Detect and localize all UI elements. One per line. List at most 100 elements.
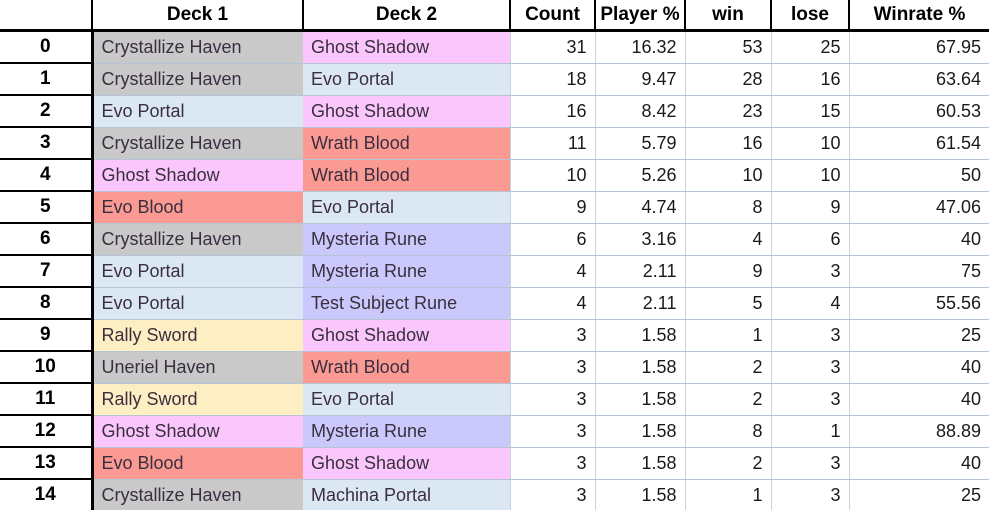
row-index-cell[interactable]: 2 [0,95,94,128]
winrate-percent-cell[interactable]: 40 [848,383,989,416]
deck2-cell[interactable]: Mysteria Rune [303,255,510,288]
winrate-percent-cell[interactable]: 40 [848,351,989,384]
player-percent-cell[interactable]: 1.58 [594,415,685,448]
table-row[interactable]: 11 Rally Sword Evo Portal 3 1.58 2 3 40 [0,383,989,416]
deck1-cell[interactable]: Evo Portal [92,95,303,128]
winrate-percent-cell[interactable]: 88.89 [848,415,989,448]
lose-cell[interactable]: 3 [770,383,849,416]
row-index-cell[interactable]: 14 [0,479,94,510]
lose-cell[interactable]: 15 [770,95,849,128]
winrate-percent-cell[interactable]: 55.56 [848,287,989,320]
deck2-cell[interactable]: Ghost Shadow [303,319,510,352]
table-row[interactable]: 2 Evo Portal Ghost Shadow 16 8.42 23 15 60.53 [0,95,989,128]
win-cell[interactable]: 4 [684,223,771,256]
player-percent-cell[interactable]: 3.16 [594,223,685,256]
player-percent-cell[interactable]: 1.58 [594,479,685,510]
lose-cell[interactable]: 3 [770,479,849,510]
table-row[interactable]: 9 Rally Sword Ghost Shadow 3 1.58 1 3 25 [0,319,989,352]
column-header-winrate-percent[interactable]: Winrate % [848,0,989,32]
count-cell[interactable]: 3 [509,383,595,416]
win-cell[interactable]: 23 [684,95,771,128]
winrate-percent-cell[interactable]: 67.95 [848,30,989,64]
winrate-percent-cell[interactable]: 60.53 [848,95,989,128]
row-index-cell[interactable]: 13 [0,447,94,480]
table-row[interactable]: 7 Evo Portal Mysteria Rune 4 2.11 9 3 75 [0,255,989,288]
player-percent-cell[interactable]: 1.58 [594,447,685,480]
deck2-cell[interactable]: Wrath Blood [303,159,510,192]
column-header-index[interactable] [0,0,93,32]
win-cell[interactable]: 8 [684,191,771,224]
row-index-cell[interactable]: 7 [0,255,94,288]
deck1-cell[interactable]: Evo Portal [92,255,303,288]
count-cell[interactable]: 4 [509,255,595,288]
row-index-cell[interactable]: 11 [0,383,94,416]
count-cell[interactable]: 6 [509,223,595,256]
deck1-cell[interactable]: Rally Sword [92,383,303,416]
deck1-cell[interactable]: Evo Blood [92,447,303,480]
deck2-cell[interactable]: Wrath Blood [303,351,510,384]
count-cell[interactable]: 4 [509,287,595,320]
lose-cell[interactable]: 6 [770,223,849,256]
table-row[interactable]: 6 Crystallize Haven Mysteria Rune 6 3.16 4 6 40 [0,223,989,256]
lose-cell[interactable]: 16 [770,63,849,96]
win-cell[interactable]: 28 [684,63,771,96]
deck2-cell[interactable]: Ghost Shadow [303,95,510,128]
player-percent-cell[interactable]: 2.11 [594,255,685,288]
lose-cell[interactable]: 10 [770,127,849,160]
win-cell[interactable]: 53 [684,30,771,64]
row-index-cell[interactable]: 6 [0,223,94,256]
deck1-cell[interactable]: Crystallize Haven [92,30,303,64]
deck1-cell[interactable]: Crystallize Haven [92,223,303,256]
player-percent-cell[interactable]: 1.58 [594,351,685,384]
win-cell[interactable]: 10 [684,159,771,192]
table-row[interactable]: 12 Ghost Shadow Mysteria Rune 3 1.58 8 1 88.89 [0,415,989,448]
table-row[interactable]: 0 Crystallize Haven Ghost Shadow 31 16.32 53 2… [0,30,989,64]
table-row[interactable]: 14 Crystallize Haven Machina Portal 3 1.58 1 3… [0,479,989,510]
winrate-percent-cell[interactable]: 25 [848,479,989,510]
row-index-cell[interactable]: 1 [0,63,94,96]
count-cell[interactable]: 10 [509,159,595,192]
count-cell[interactable]: 3 [509,479,595,510]
column-header-deck1[interactable]: Deck 1 [91,0,304,32]
table-row[interactable]: 10 Uneriel Haven Wrath Blood 3 1.58 2 3 40 [0,351,989,384]
deck1-cell[interactable]: Crystallize Haven [92,63,303,96]
row-index-cell[interactable]: 0 [0,30,94,64]
player-percent-cell[interactable]: 5.79 [594,127,685,160]
win-cell[interactable]: 2 [684,383,771,416]
row-index-cell[interactable]: 5 [0,191,94,224]
lose-cell[interactable]: 4 [770,287,849,320]
win-cell[interactable]: 2 [684,447,771,480]
deck1-cell[interactable]: Crystallize Haven [92,127,303,160]
deck2-cell[interactable]: Machina Portal [303,479,510,510]
player-percent-cell[interactable]: 1.58 [594,383,685,416]
deck2-cell[interactable]: Evo Portal [303,63,510,96]
lose-cell[interactable]: 3 [770,447,849,480]
deck2-cell[interactable]: Mysteria Rune [303,223,510,256]
deck1-cell[interactable]: Ghost Shadow [92,159,303,192]
column-header-lose[interactable]: lose [770,0,850,32]
table-row[interactable]: 4 Ghost Shadow Wrath Blood 10 5.26 10 10 50 [0,159,989,192]
deck2-cell[interactable]: Ghost Shadow [303,447,510,480]
column-header-win[interactable]: win [684,0,772,32]
row-index-cell[interactable]: 10 [0,351,94,384]
win-cell[interactable]: 5 [684,287,771,320]
deck1-cell[interactable]: Crystallize Haven [92,479,303,510]
player-percent-cell[interactable]: 9.47 [594,63,685,96]
win-cell[interactable]: 2 [684,351,771,384]
count-cell[interactable]: 3 [509,447,595,480]
lose-cell[interactable]: 9 [770,191,849,224]
deck1-cell[interactable]: Evo Portal [92,287,303,320]
player-percent-cell[interactable]: 1.58 [594,319,685,352]
win-cell[interactable]: 1 [684,319,771,352]
winrate-percent-cell[interactable]: 63.64 [848,63,989,96]
count-cell[interactable]: 16 [509,95,595,128]
table-row[interactable]: 1 Crystallize Haven Evo Portal 18 9.47 28 16 63… [0,63,989,96]
deck1-cell[interactable]: Rally Sword [92,319,303,352]
table-row[interactable]: 5 Evo Blood Evo Portal 9 4.74 8 9 47.06 [0,191,989,224]
deck2-cell[interactable]: Wrath Blood [303,127,510,160]
win-cell[interactable]: 9 [684,255,771,288]
player-percent-cell[interactable]: 8.42 [594,95,685,128]
count-cell[interactable]: 3 [509,319,595,352]
lose-cell[interactable]: 1 [770,415,849,448]
deck2-cell[interactable]: Evo Portal [303,383,510,416]
